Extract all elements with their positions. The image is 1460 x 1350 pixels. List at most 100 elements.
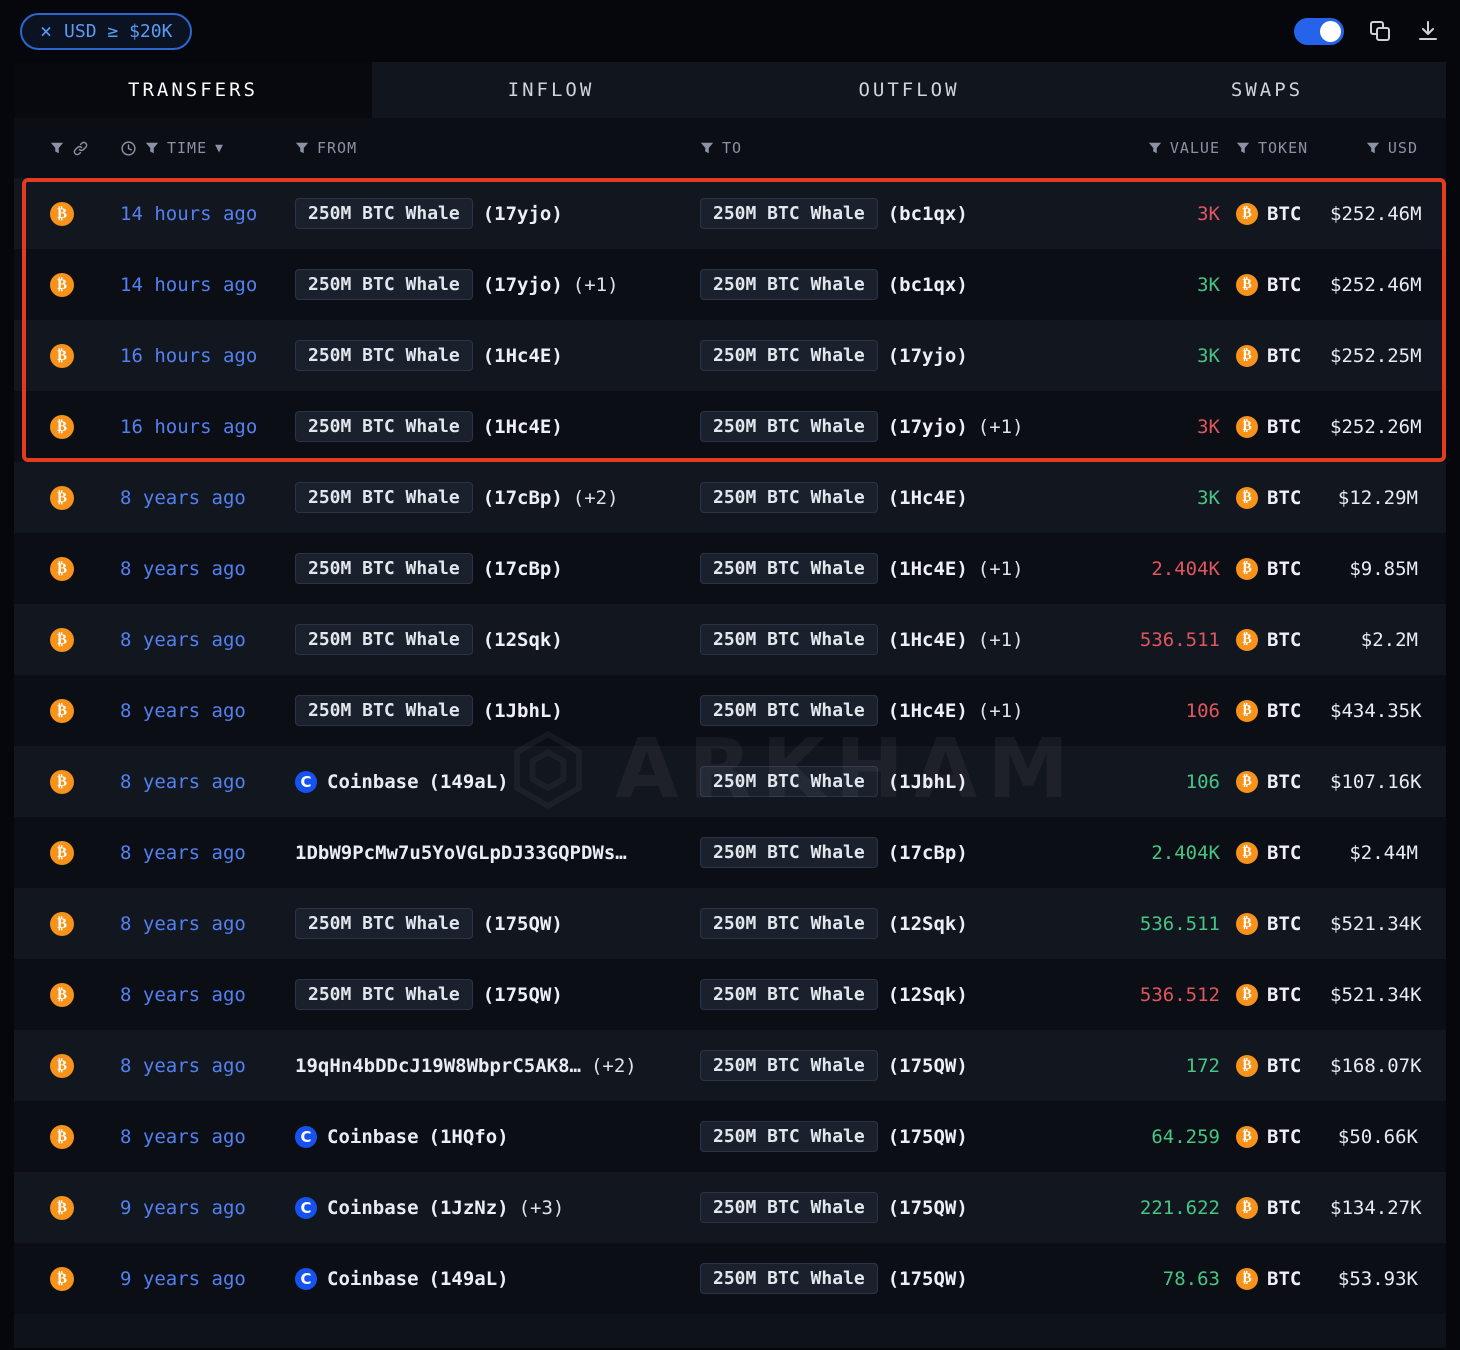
entity-name[interactable]: 1DbW9PcMw7u5YoVGLpDJ33GQPDWs… (295, 842, 627, 864)
filter-icon[interactable] (1148, 141, 1162, 155)
table-row[interactable]: ₿ 16 hours ago 250M BTC Whale(1Hc4E) 250… (14, 320, 1446, 391)
entity-address[interactable]: (17yjo) (888, 345, 968, 367)
entity-name[interactable]: 250M BTC Whale (700, 837, 878, 868)
table-row[interactable]: ₿ 8 years ago CCoinbase(1HQfo) 250M BTC … (14, 1101, 1446, 1172)
entity-address[interactable]: (175QW) (888, 1197, 968, 1219)
entity-name[interactable]: 250M BTC Whale (700, 553, 878, 584)
table-row[interactable]: ₿ 8 years ago 250M BTC Whale(17cBp)(+2) … (14, 462, 1446, 533)
table-row[interactable]: ₿ 9 years ago CCoinbase(149aL) 250M BTC … (14, 1243, 1446, 1314)
entity-address[interactable]: (175QW) (888, 1268, 968, 1290)
entity-address[interactable]: (149aL) (429, 771, 509, 793)
entity-name[interactable]: 250M BTC Whale (700, 411, 878, 442)
time-link[interactable]: 8 years ago (120, 913, 246, 935)
table-row[interactable]: ₿ 8 years ago 250M BTC Whale(12Sqk) 250M… (14, 604, 1446, 675)
time-link[interactable]: 14 hours ago (120, 203, 257, 225)
time-link[interactable]: 8 years ago (120, 700, 246, 722)
filter-icon[interactable] (295, 141, 309, 155)
entity-address[interactable]: (12Sqk) (483, 629, 563, 651)
entity-name[interactable]: 250M BTC Whale (295, 979, 473, 1010)
table-row[interactable]: ₿ 8 years ago 1DbW9PcMw7u5YoVGLpDJ33GQPD… (14, 817, 1446, 888)
time-link[interactable]: 8 years ago (120, 1126, 246, 1148)
download-icon[interactable] (1416, 19, 1440, 43)
entity-name[interactable]: 250M BTC Whale (295, 411, 473, 442)
entity-address[interactable]: (17yjo) (483, 274, 563, 296)
entity-name[interactable]: Coinbase (327, 1197, 419, 1219)
entity-address[interactable]: (bc1qx) (888, 274, 968, 296)
time-link[interactable]: 8 years ago (120, 771, 246, 793)
entity-address[interactable]: (1JbhL) (888, 771, 968, 793)
entity-name[interactable]: 19qHn4bDDcJ19W8WbprC5AK8… (295, 1055, 581, 1077)
entity-name[interactable]: Coinbase (327, 1126, 419, 1148)
entity-name[interactable]: 250M BTC Whale (700, 1121, 878, 1152)
filter-icon[interactable] (50, 141, 64, 155)
entity-address[interactable]: (1Hc4E) (888, 487, 968, 509)
entity-address[interactable]: (1Hc4E) (888, 700, 968, 722)
table-row[interactable]: ₿ 14 hours ago 250M BTC Whale(17yjo)(+1)… (14, 249, 1446, 320)
table-row[interactable]: ₿ 16 hours ago 250M BTC Whale(1Hc4E) 250… (14, 391, 1446, 462)
table-row[interactable]: ₿ 8 years ago 250M BTC Whale(1JbhL) 250M… (14, 675, 1446, 746)
table-row[interactable]: ₿ 8 years ago 250M BTC Whale(175QW) 250M… (14, 959, 1446, 1030)
entity-name[interactable]: 250M BTC Whale (295, 482, 473, 513)
entity-address[interactable]: (1JbhL) (483, 700, 563, 722)
entity-address[interactable]: (bc1qx) (888, 203, 968, 225)
entity-address[interactable]: (17cBp) (888, 842, 968, 864)
entity-address[interactable]: (1Hc4E) (888, 629, 968, 651)
entity-address[interactable]: (17cBp) (483, 558, 563, 580)
time-link[interactable]: 8 years ago (120, 1055, 246, 1077)
entity-address[interactable]: (1Hc4E) (483, 416, 563, 438)
table-row[interactable]: ₿ 9 years ago CCoinbase(1JzNz)(+3) 250M … (14, 1172, 1446, 1243)
link-icon[interactable] (72, 140, 89, 157)
sort-caret-icon[interactable]: ▼ (215, 141, 224, 156)
entity-name[interactable]: 250M BTC Whale (295, 695, 473, 726)
entity-name[interactable]: 250M BTC Whale (700, 269, 878, 300)
entity-address[interactable]: (175QW) (888, 1055, 968, 1077)
entity-name[interactable]: 250M BTC Whale (700, 1263, 878, 1294)
entity-name[interactable]: 250M BTC Whale (700, 1050, 878, 1081)
display-toggle[interactable] (1294, 18, 1344, 45)
entity-name[interactable]: 250M BTC Whale (295, 624, 473, 655)
table-row[interactable]: ₿ 8 years ago 250M BTC Whale(17cBp) 250M… (14, 533, 1446, 604)
entity-name[interactable]: 250M BTC Whale (700, 766, 878, 797)
time-link[interactable]: 8 years ago (120, 487, 246, 509)
filter-icon[interactable] (700, 141, 714, 155)
table-row[interactable]: ₿ 8 years ago 19qHn4bDDcJ19W8WbprC5AK8…(… (14, 1030, 1446, 1101)
entity-address[interactable]: (1HQfo) (429, 1126, 509, 1148)
entity-name[interactable]: 250M BTC Whale (295, 198, 473, 229)
time-link[interactable]: 16 hours ago (120, 345, 257, 367)
entity-address[interactable]: (1Hc4E) (483, 345, 563, 367)
table-row[interactable]: ₿ 8 years ago 250M BTC Whale(175QW) 250M… (14, 888, 1446, 959)
entity-address[interactable]: (1Hc4E) (888, 558, 968, 580)
entity-name[interactable]: 250M BTC Whale (700, 624, 878, 655)
column-label-time[interactable]: TIME (167, 139, 207, 157)
entity-name[interactable]: Coinbase (327, 771, 419, 793)
entity-name[interactable]: 250M BTC Whale (700, 1192, 878, 1223)
time-link[interactable]: 9 years ago (120, 1197, 246, 1219)
time-link[interactable]: 8 years ago (120, 558, 246, 580)
entity-name[interactable]: 250M BTC Whale (700, 695, 878, 726)
tab-inflow[interactable]: INFLOW (372, 62, 730, 118)
entity-name[interactable]: 250M BTC Whale (700, 198, 878, 229)
table-row[interactable]: ₿ 8 years ago CCoinbase(149aL) 250M BTC … (14, 746, 1446, 817)
entity-name[interactable]: 250M BTC Whale (295, 908, 473, 939)
copy-icon[interactable] (1368, 19, 1392, 43)
time-link[interactable]: 14 hours ago (120, 274, 257, 296)
filter-icon[interactable] (1236, 141, 1250, 155)
time-link[interactable]: 9 years ago (120, 1268, 246, 1290)
tab-transfers[interactable]: TRANSFERS (14, 62, 372, 118)
time-link[interactable]: 16 hours ago (120, 416, 257, 438)
entity-name[interactable]: 250M BTC Whale (700, 908, 878, 939)
table-row[interactable]: ₿ 14 hours ago 250M BTC Whale(17yjo) 250… (14, 178, 1446, 249)
entity-name[interactable]: 250M BTC Whale (700, 340, 878, 371)
entity-address[interactable]: (12Sqk) (888, 913, 968, 935)
entity-name[interactable]: 250M BTC Whale (295, 340, 473, 371)
entity-address[interactable]: (1JzNz) (429, 1197, 509, 1219)
close-icon[interactable]: × (40, 21, 52, 41)
entity-address[interactable]: (17yjo) (888, 416, 968, 438)
time-link[interactable]: 8 years ago (120, 629, 246, 651)
entity-address[interactable]: (175QW) (483, 913, 563, 935)
tab-outflow[interactable]: OUTFLOW (730, 62, 1088, 118)
entity-name[interactable]: 250M BTC Whale (295, 553, 473, 584)
entity-name[interactable]: 250M BTC Whale (700, 482, 878, 513)
entity-address[interactable]: (17yjo) (483, 203, 563, 225)
tab-swaps[interactable]: SWAPS (1088, 62, 1446, 118)
